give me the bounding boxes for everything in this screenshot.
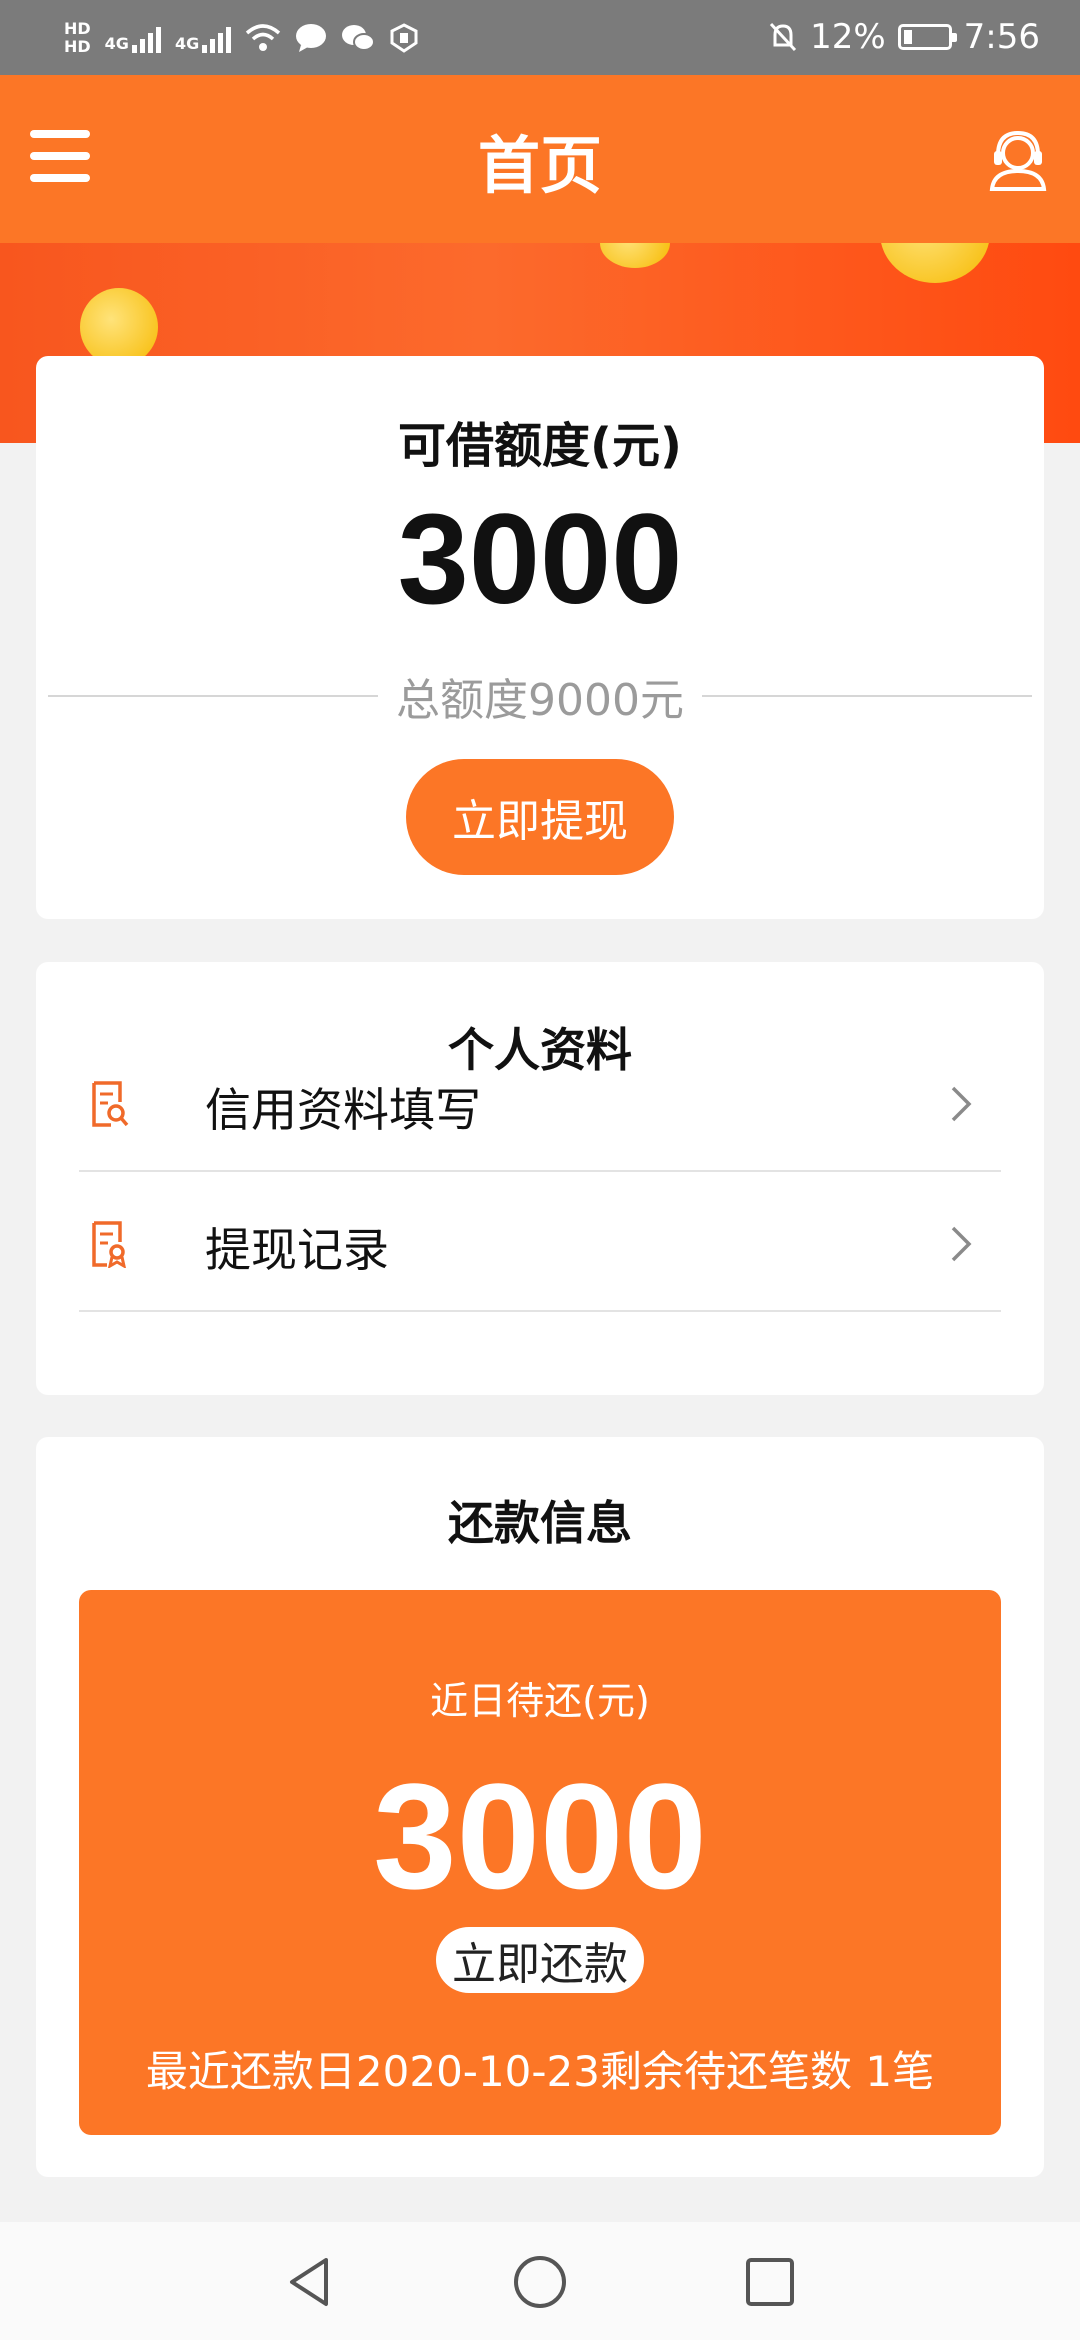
- due-label: 近日待还(元): [430, 1679, 650, 1723]
- status-bar: HD HD 4G 4G 12% 7:56: [0, 0, 1080, 75]
- signal-icon-1: 4G: [105, 23, 161, 53]
- profile-card: 个人资料 信用资料填写 提现记录: [36, 962, 1044, 1395]
- repayment-panel: 近日待还(元) 3000 立即还款 最近还款日2020-10-23剩余待还笔数 …: [79, 1590, 1001, 2135]
- credit-amount: 3000: [397, 488, 683, 631]
- page-title: 首页: [477, 129, 602, 202]
- repayment-footer-text: 最近还款日2020-10-23剩余待还笔数 1笔: [145, 2047, 935, 2096]
- repayment-card: 还款信息 近日待还(元) 3000 立即还款 最近还款日2020-10-23剩余…: [36, 1437, 1044, 2177]
- system-nav-bar: [0, 2222, 1080, 2340]
- hd-badge-2: HD: [64, 37, 91, 56]
- divider-line: [48, 695, 379, 697]
- document-record-icon: [92, 1221, 126, 1268]
- chevron-right-icon: [951, 1226, 972, 1262]
- network-type-2: 4G: [174, 34, 200, 53]
- list-item-credit-info[interactable]: 信用资料填写: [79, 1034, 1001, 1172]
- home-circle-icon[interactable]: [510, 2252, 570, 2312]
- hd-indicators: HD HD: [64, 20, 91, 56]
- list-item-withdraw-records[interactable]: 提现记录: [79, 1174, 1001, 1312]
- total-credit-text: 总额度9000元: [396, 675, 684, 726]
- status-left-icons: HD HD 4G 4G: [64, 8, 419, 68]
- list-item-label: 提现记录: [205, 1223, 389, 1277]
- wechat-icon: [342, 25, 376, 51]
- shield-app-icon: [390, 23, 418, 53]
- battery-percent: 12%: [810, 17, 886, 57]
- document-search-icon: [92, 1081, 129, 1127]
- repay-now-button[interactable]: 立即还款: [436, 1927, 644, 1993]
- coin-graphic: [80, 288, 158, 366]
- credit-label: 可借额度(元): [398, 418, 682, 474]
- divider-line: [702, 695, 1033, 697]
- battery-icon: [897, 24, 957, 50]
- coin-graphic: [600, 243, 670, 268]
- status-right-icons: 12% 7:56: [768, 12, 1040, 62]
- back-triangle-icon[interactable]: [280, 2252, 340, 2312]
- total-credit-row: 总额度9000元: [48, 661, 1033, 731]
- signal-icon-2: 4G: [174, 23, 232, 53]
- customer-service-icon[interactable]: [986, 125, 1050, 191]
- list-item-label: 信用资料填写: [205, 1083, 481, 1137]
- network-type-1: 4G: [104, 34, 129, 53]
- hd-badge-1: HD: [64, 19, 91, 38]
- repayment-title: 还款信息: [448, 1496, 632, 1550]
- credit-card: 可借额度(元) 3000 总额度9000元 立即提现: [36, 356, 1044, 919]
- due-amount: 3000: [373, 1752, 707, 1920]
- withdraw-button[interactable]: 立即提现: [406, 759, 674, 875]
- recents-square-icon[interactable]: [740, 2252, 800, 2312]
- coin-graphic: [880, 243, 990, 283]
- wifi-icon: [246, 24, 281, 51]
- mute-bell-icon: [769, 22, 797, 52]
- clock: 7:56: [963, 17, 1040, 57]
- message-icon: [296, 24, 327, 52]
- app-bar: 首页: [0, 75, 1080, 243]
- chevron-right-icon: [951, 1086, 972, 1122]
